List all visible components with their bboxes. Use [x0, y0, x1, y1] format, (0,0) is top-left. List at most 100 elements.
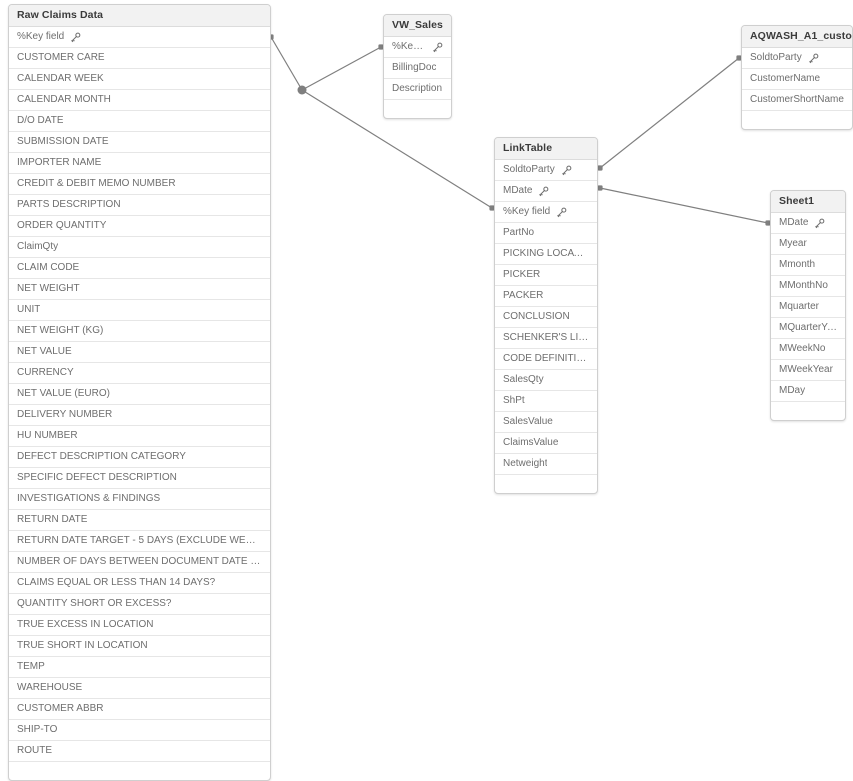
field-row[interactable]: ClaimQty [9, 237, 270, 258]
field-name: SPECIFIC DEFECT DESCRIPTION [17, 472, 177, 483]
field-row[interactable]: PACKER [495, 286, 597, 307]
field-row[interactable]: MQuarterYear [771, 318, 845, 339]
field-row[interactable]: CALENDAR MONTH [9, 90, 270, 111]
field-name: ROUTE [17, 745, 52, 756]
field-row[interactable]: PICKING LOCATION [495, 244, 597, 265]
field-row[interactable]: PartNo [495, 223, 597, 244]
field-row[interactable]: NET WEIGHT [9, 279, 270, 300]
table-card-sheet1[interactable]: Sheet1 MDate Myear Mmonth MMonthNo Mquarter MQ… [770, 190, 846, 421]
field-row[interactable]: CLAIM CODE [9, 258, 270, 279]
field-name: Mmonth [779, 259, 816, 270]
field-row[interactable]: IMPORTER NAME [9, 153, 270, 174]
field-name: SoldtoParty [750, 52, 802, 63]
table-card-raw_claims_data[interactable]: Raw Claims Data %Key field CUSTOMER CARE CA… [8, 4, 271, 781]
field-name: ShPt [503, 395, 525, 406]
field-row[interactable]: BillingDoc [384, 58, 451, 79]
field-row[interactable]: DELIVERY NUMBER [9, 405, 270, 426]
association-junction-node[interactable] [297, 85, 307, 95]
key-icon [561, 165, 572, 176]
data-model-canvas[interactable]: Raw Claims Data %Key field CUSTOMER CARE CA… [0, 0, 853, 781]
field-row[interactable]: MWeekNo [771, 339, 845, 360]
field-name: PARTS DESCRIPTION [17, 199, 121, 210]
field-row[interactable]: SPECIFIC DEFECT DESCRIPTION [9, 468, 270, 489]
field-name: TEMP [17, 661, 45, 672]
field-row[interactable]: INVESTIGATIONS & FINDINGS [9, 489, 270, 510]
field-name: Mquarter [779, 301, 820, 312]
field-row[interactable]: MWeekYear [771, 360, 845, 381]
field-name: CURRENCY [17, 367, 74, 378]
field-row[interactable]: SalesValue [495, 412, 597, 433]
field-name: WAREHOUSE [17, 682, 83, 693]
association-line-linktable-to-aqwash [599, 57, 740, 169]
field-row[interactable]: ClaimsValue [495, 433, 597, 454]
field-name: SHIP-TO [17, 724, 58, 735]
field-row[interactable]: SUBMISSION DATE [9, 132, 270, 153]
field-row[interactable]: NET VALUE [9, 342, 270, 363]
field-name: NET VALUE (EURO) [17, 388, 110, 399]
field-row[interactable]: SHIP-TO [9, 720, 270, 741]
field-row[interactable]: CONCLUSION [495, 307, 597, 328]
field-name: ORDER QUANTITY [17, 220, 107, 231]
field-name: %Key field [392, 41, 426, 52]
field-row[interactable]: SoldtoParty [495, 160, 597, 181]
field-row[interactable]: Mquarter [771, 297, 845, 318]
field-row[interactable]: PICKER [495, 265, 597, 286]
field-name: SalesValue [503, 416, 553, 427]
table-card-linktable[interactable]: LinkTable SoldtoParty MDate %Key field PartN… [494, 137, 598, 494]
field-row[interactable]: PARTS DESCRIPTION [9, 195, 270, 216]
field-row[interactable]: NUMBER OF DAYS BETWEEN DOCUMENT DATE & D… [9, 552, 270, 573]
field-row[interactable]: %Key field [495, 202, 597, 223]
field-row[interactable]: CLAIMS EQUAL OR LESS THAN 14 DAYS? [9, 573, 270, 594]
field-row[interactable]: CODE DEFINITION [495, 349, 597, 370]
field-row[interactable]: DEFECT DESCRIPTION CATEGORY [9, 447, 270, 468]
field-row[interactable]: WAREHOUSE [9, 678, 270, 699]
field-row[interactable]: %Key field [9, 27, 270, 48]
field-row[interactable]: CALENDAR WEEK [9, 69, 270, 90]
field-name: TRUE EXCESS IN LOCATION [17, 619, 154, 630]
field-row[interactable]: %Key field [384, 37, 451, 58]
field-row[interactable]: MDay [771, 381, 845, 402]
field-name: IMPORTER NAME [17, 157, 102, 168]
field-row[interactable]: ShPt [495, 391, 597, 412]
field-row[interactable]: ORDER QUANTITY [9, 216, 270, 237]
field-row[interactable]: Mmonth [771, 255, 845, 276]
field-row[interactable]: TRUE EXCESS IN LOCATION [9, 615, 270, 636]
field-name: SoldtoParty [503, 164, 555, 175]
field-list-linktable: SoldtoParty MDate %Key field PartNo PICKING … [495, 160, 597, 493]
field-row[interactable]: CUSTOMER ABBR [9, 699, 270, 720]
field-row[interactable]: TRUE SHORT IN LOCATION [9, 636, 270, 657]
field-name: QUANTITY SHORT OR EXCESS? [17, 598, 172, 609]
field-row[interactable]: QUANTITY SHORT OR EXCESS? [9, 594, 270, 615]
field-row[interactable]: NET WEIGHT (KG) [9, 321, 270, 342]
field-row[interactable]: CustomerName [742, 69, 852, 90]
key-icon [814, 218, 825, 229]
field-row[interactable]: Netweight [495, 454, 597, 475]
field-name: CODE DEFINITION [503, 353, 589, 364]
field-row[interactable]: ROUTE [9, 741, 270, 762]
field-row[interactable]: CURRENCY [9, 363, 270, 384]
field-row[interactable]: D/O DATE [9, 111, 270, 132]
field-row[interactable]: UNIT [9, 300, 270, 321]
field-name: HU NUMBER [17, 430, 78, 441]
table-card-aqwash_a1_customer[interactable]: AQWASH_A1_customer SoldtoParty CustomerNam… [741, 25, 853, 130]
field-row[interactable]: MDate [495, 181, 597, 202]
key-icon [808, 53, 819, 64]
field-row[interactable]: SoldtoParty [742, 48, 852, 69]
field-row[interactable]: Description [384, 79, 451, 100]
field-row[interactable]: MMonthNo [771, 276, 845, 297]
field-row[interactable]: TEMP [9, 657, 270, 678]
field-row-spacer [742, 111, 852, 129]
field-row[interactable]: RETURN DATE TARGET - 5 DAYS (EXCLUDE WEE… [9, 531, 270, 552]
table-card-vw_sales[interactable]: VW_Sales %Key field BillingDoc Description [383, 14, 452, 119]
field-row[interactable]: NET VALUE (EURO) [9, 384, 270, 405]
field-row[interactable]: HU NUMBER [9, 426, 270, 447]
field-name: ClaimsValue [503, 437, 559, 448]
field-row[interactable]: SalesQty [495, 370, 597, 391]
field-row[interactable]: SCHENKER'S LIABIL... [495, 328, 597, 349]
field-row[interactable]: RETURN DATE [9, 510, 270, 531]
field-row[interactable]: CREDIT & DEBIT MEMO NUMBER [9, 174, 270, 195]
field-row[interactable]: CustomerShortName [742, 90, 852, 111]
field-row[interactable]: CUSTOMER CARE [9, 48, 270, 69]
field-row[interactable]: MDate [771, 213, 845, 234]
field-row[interactable]: Myear [771, 234, 845, 255]
